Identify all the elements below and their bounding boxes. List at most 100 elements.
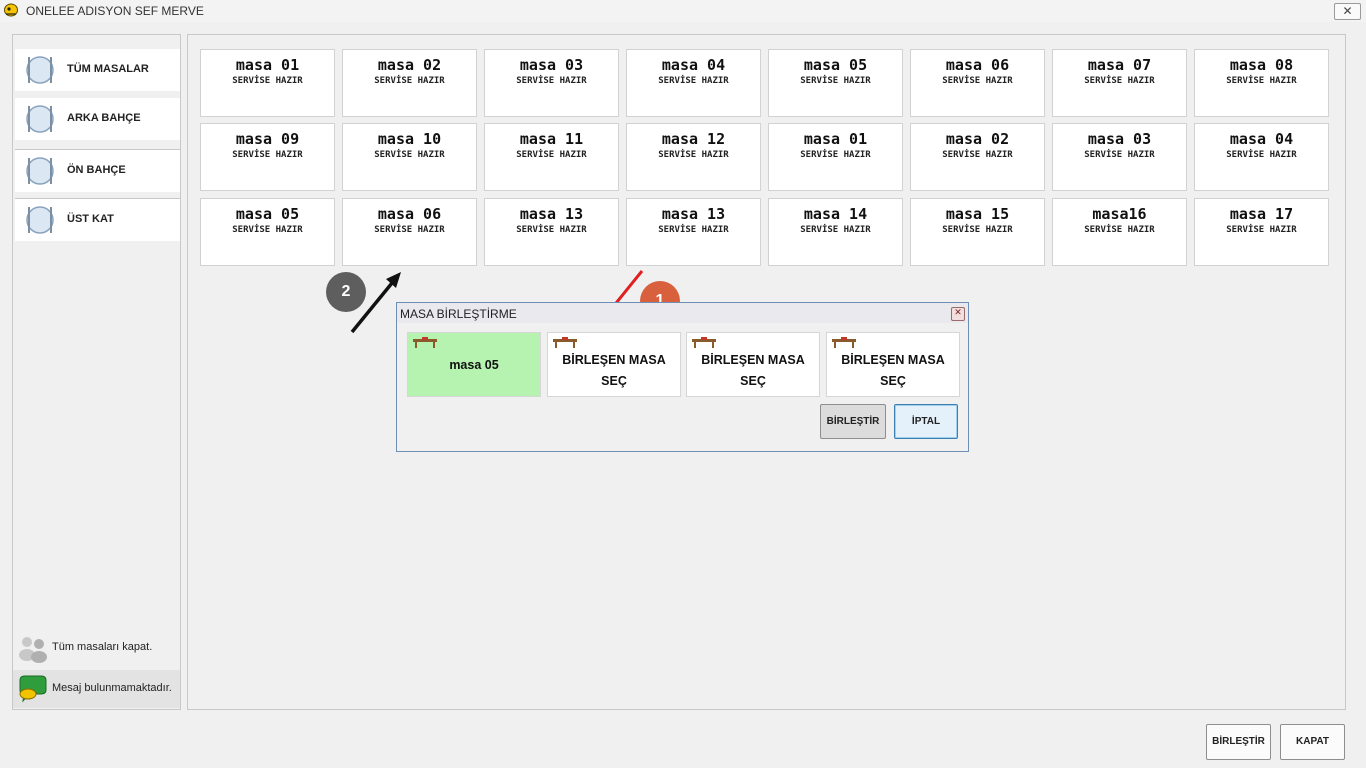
table-card[interactable]: masa 17 SERVİSE HAZIR bbox=[1194, 198, 1329, 266]
table-card[interactable]: masa 13 SERVİSE HAZIR bbox=[484, 198, 619, 266]
table-name: masa 08 bbox=[1229, 56, 1294, 74]
sidebar-item-label: ÖN BAHÇE bbox=[67, 164, 126, 176]
table-name: masa 15 bbox=[945, 205, 1010, 223]
table-status: SERVİSE HAZIR bbox=[516, 76, 587, 86]
close-button[interactable]: KAPAT bbox=[1280, 724, 1345, 760]
sidebar-item-back-garden[interactable]: ARKA BAHÇE bbox=[15, 98, 180, 140]
merge-tables-dialog: MASA BİRLEŞTİRME ✕ masa 05 BİRLEŞEN MASA… bbox=[396, 302, 969, 452]
merge-slot-select-table[interactable]: BİRLEŞEN MASA SEÇ bbox=[547, 332, 681, 397]
table-name: masa 11 bbox=[519, 130, 584, 148]
table-card[interactable]: masa 01 SERVİSE HAZIR bbox=[200, 49, 335, 117]
table-status: SERVİSE HAZIR bbox=[1226, 76, 1297, 86]
messages-label: Mesaj bulunmamaktadır. bbox=[52, 682, 172, 694]
table-card[interactable]: masa 11 SERVİSE HAZIR bbox=[484, 123, 619, 191]
table-card[interactable]: masa 04 SERVİSE HAZIR bbox=[626, 49, 761, 117]
table-name: masa 04 bbox=[1229, 130, 1294, 148]
table-status: SERVİSE HAZIR bbox=[800, 225, 871, 235]
table-card[interactable]: masa 10 SERVİSE HAZIR bbox=[342, 123, 477, 191]
table-card[interactable]: masa 05 SERVİSE HAZIR bbox=[200, 198, 335, 266]
table-status: SERVİSE HAZIR bbox=[942, 76, 1013, 86]
dialog-close-button[interactable]: ✕ bbox=[951, 307, 965, 321]
table-status: SERVİSE HAZIR bbox=[232, 76, 303, 86]
table-card[interactable]: masa 13 SERVİSE HAZIR bbox=[626, 198, 761, 266]
table-name: masa 09 bbox=[235, 130, 300, 148]
sidebar-item-front-garden[interactable]: ÖN BAHÇE bbox=[15, 149, 180, 192]
table-name: masa 02 bbox=[945, 130, 1010, 148]
table-status: SERVİSE HAZIR bbox=[374, 225, 445, 235]
table-name: masa 17 bbox=[1229, 205, 1294, 223]
table-name: masa 07 bbox=[1087, 56, 1152, 74]
cutlery-icon bbox=[26, 105, 54, 133]
window-title: ONELEE ADISYON SEF MERVE bbox=[26, 4, 204, 18]
merge-slot-label: BİRLEŞEN MASA bbox=[562, 353, 666, 367]
table-card[interactable]: masa 06 SERVİSE HAZIR bbox=[342, 198, 477, 266]
table-card[interactable]: masa 04 SERVİSE HAZIR bbox=[1194, 123, 1329, 191]
merge-slot-select-table[interactable]: BİRLEŞEN MASA SEÇ bbox=[826, 332, 960, 397]
table-card[interactable]: masa 08 SERVİSE HAZIR bbox=[1194, 49, 1329, 117]
table-name: masa 10 bbox=[377, 130, 442, 148]
window-close-button[interactable]: ✕ bbox=[1334, 3, 1361, 20]
table-card[interactable]: masa 02 SERVİSE HAZIR bbox=[342, 49, 477, 117]
merge-slot-label: SEÇ bbox=[880, 374, 906, 388]
table-icon bbox=[413, 337, 437, 348]
table-card[interactable]: masa 09 SERVİSE HAZIR bbox=[200, 123, 335, 191]
sidebar: TÜM MASALAR ARKA BAHÇE ÖN BAHÇE ÜST KAT … bbox=[12, 34, 181, 710]
table-status: SERVİSE HAZIR bbox=[374, 150, 445, 160]
table-card[interactable]: masa 15 SERVİSE HAZIR bbox=[910, 198, 1045, 266]
cutlery-icon bbox=[26, 157, 54, 185]
table-status: SERVİSE HAZIR bbox=[1226, 225, 1297, 235]
merge-slot-select-table[interactable]: BİRLEŞEN MASA SEÇ bbox=[686, 332, 820, 397]
sidebar-item-upper-floor[interactable]: ÜST KAT bbox=[15, 198, 180, 241]
sidebar-item-all-tables[interactable]: TÜM MASALAR bbox=[15, 49, 180, 91]
table-card[interactable]: masa 03 SERVİSE HAZIR bbox=[1052, 123, 1187, 191]
table-icon bbox=[692, 337, 716, 348]
table-card[interactable]: masa 07 SERVİSE HAZIR bbox=[1052, 49, 1187, 117]
table-name: masa 03 bbox=[519, 56, 584, 74]
table-card[interactable]: masa 05 SERVİSE HAZIR bbox=[768, 49, 903, 117]
dialog-merge-button[interactable]: BİRLEŞTİR bbox=[820, 404, 886, 439]
title-bar: ONELEE ADISYON SEF MERVE ✕ bbox=[0, 0, 1366, 22]
messages-status[interactable]: Mesaj bulunmamaktadır. bbox=[13, 670, 180, 708]
annotation-badge-2: 2 bbox=[326, 272, 366, 312]
table-status: SERVİSE HAZIR bbox=[516, 150, 587, 160]
app-logo-icon bbox=[4, 3, 18, 17]
sidebar-item-label: ÜST KAT bbox=[67, 213, 114, 225]
table-status: SERVİSE HAZIR bbox=[374, 76, 445, 86]
merge-slot-label: masa 05 bbox=[449, 358, 499, 372]
table-card[interactable]: masa 06 SERVİSE HAZIR bbox=[910, 49, 1045, 117]
merge-slot-label: BİRLEŞEN MASA bbox=[841, 353, 945, 367]
close-all-tables-link[interactable]: Tüm masaları kapat. bbox=[13, 629, 180, 667]
table-status: SERVİSE HAZIR bbox=[800, 150, 871, 160]
table-name: masa 06 bbox=[945, 56, 1010, 74]
table-icon bbox=[832, 337, 856, 348]
table-name: masa16 bbox=[1092, 205, 1147, 223]
table-card[interactable]: masa 02 SERVİSE HAZIR bbox=[910, 123, 1045, 191]
table-card[interactable]: masa 12 SERVİSE HAZIR bbox=[626, 123, 761, 191]
table-icon bbox=[553, 337, 577, 348]
table-card[interactable]: masa 03 SERVİSE HAZIR bbox=[484, 49, 619, 117]
table-status: SERVİSE HAZIR bbox=[942, 150, 1013, 160]
table-status: SERVİSE HAZIR bbox=[800, 76, 871, 86]
table-name: masa 14 bbox=[803, 205, 868, 223]
merge-button[interactable]: BİRLEŞTİR bbox=[1206, 724, 1271, 760]
table-name: masa 01 bbox=[803, 130, 868, 148]
table-status: SERVİSE HAZIR bbox=[1084, 76, 1155, 86]
table-card[interactable]: masa 14 SERVİSE HAZIR bbox=[768, 198, 903, 266]
sidebar-item-label: ARKA BAHÇE bbox=[67, 112, 141, 124]
table-name: masa 01 bbox=[235, 56, 300, 74]
table-status: SERVİSE HAZIR bbox=[1226, 150, 1297, 160]
table-name: masa 05 bbox=[803, 56, 868, 74]
dialog-cancel-button[interactable]: İPTAL bbox=[894, 404, 958, 439]
chat-bubble-icon bbox=[19, 675, 47, 703]
merge-slot-label: SEÇ bbox=[601, 374, 627, 388]
table-card[interactable]: masa 01 SERVİSE HAZIR bbox=[768, 123, 903, 191]
table-name: masa 02 bbox=[377, 56, 442, 74]
merge-slot-source-table[interactable]: masa 05 bbox=[407, 332, 541, 397]
table-status: SERVİSE HAZIR bbox=[658, 76, 729, 86]
table-status: SERVİSE HAZIR bbox=[658, 225, 729, 235]
table-name: masa 12 bbox=[661, 130, 726, 148]
table-card[interactable]: masa16 SERVİSE HAZIR bbox=[1052, 198, 1187, 266]
table-name: masa 13 bbox=[519, 205, 584, 223]
table-status: SERVİSE HAZIR bbox=[942, 225, 1013, 235]
cutlery-icon bbox=[26, 56, 54, 84]
